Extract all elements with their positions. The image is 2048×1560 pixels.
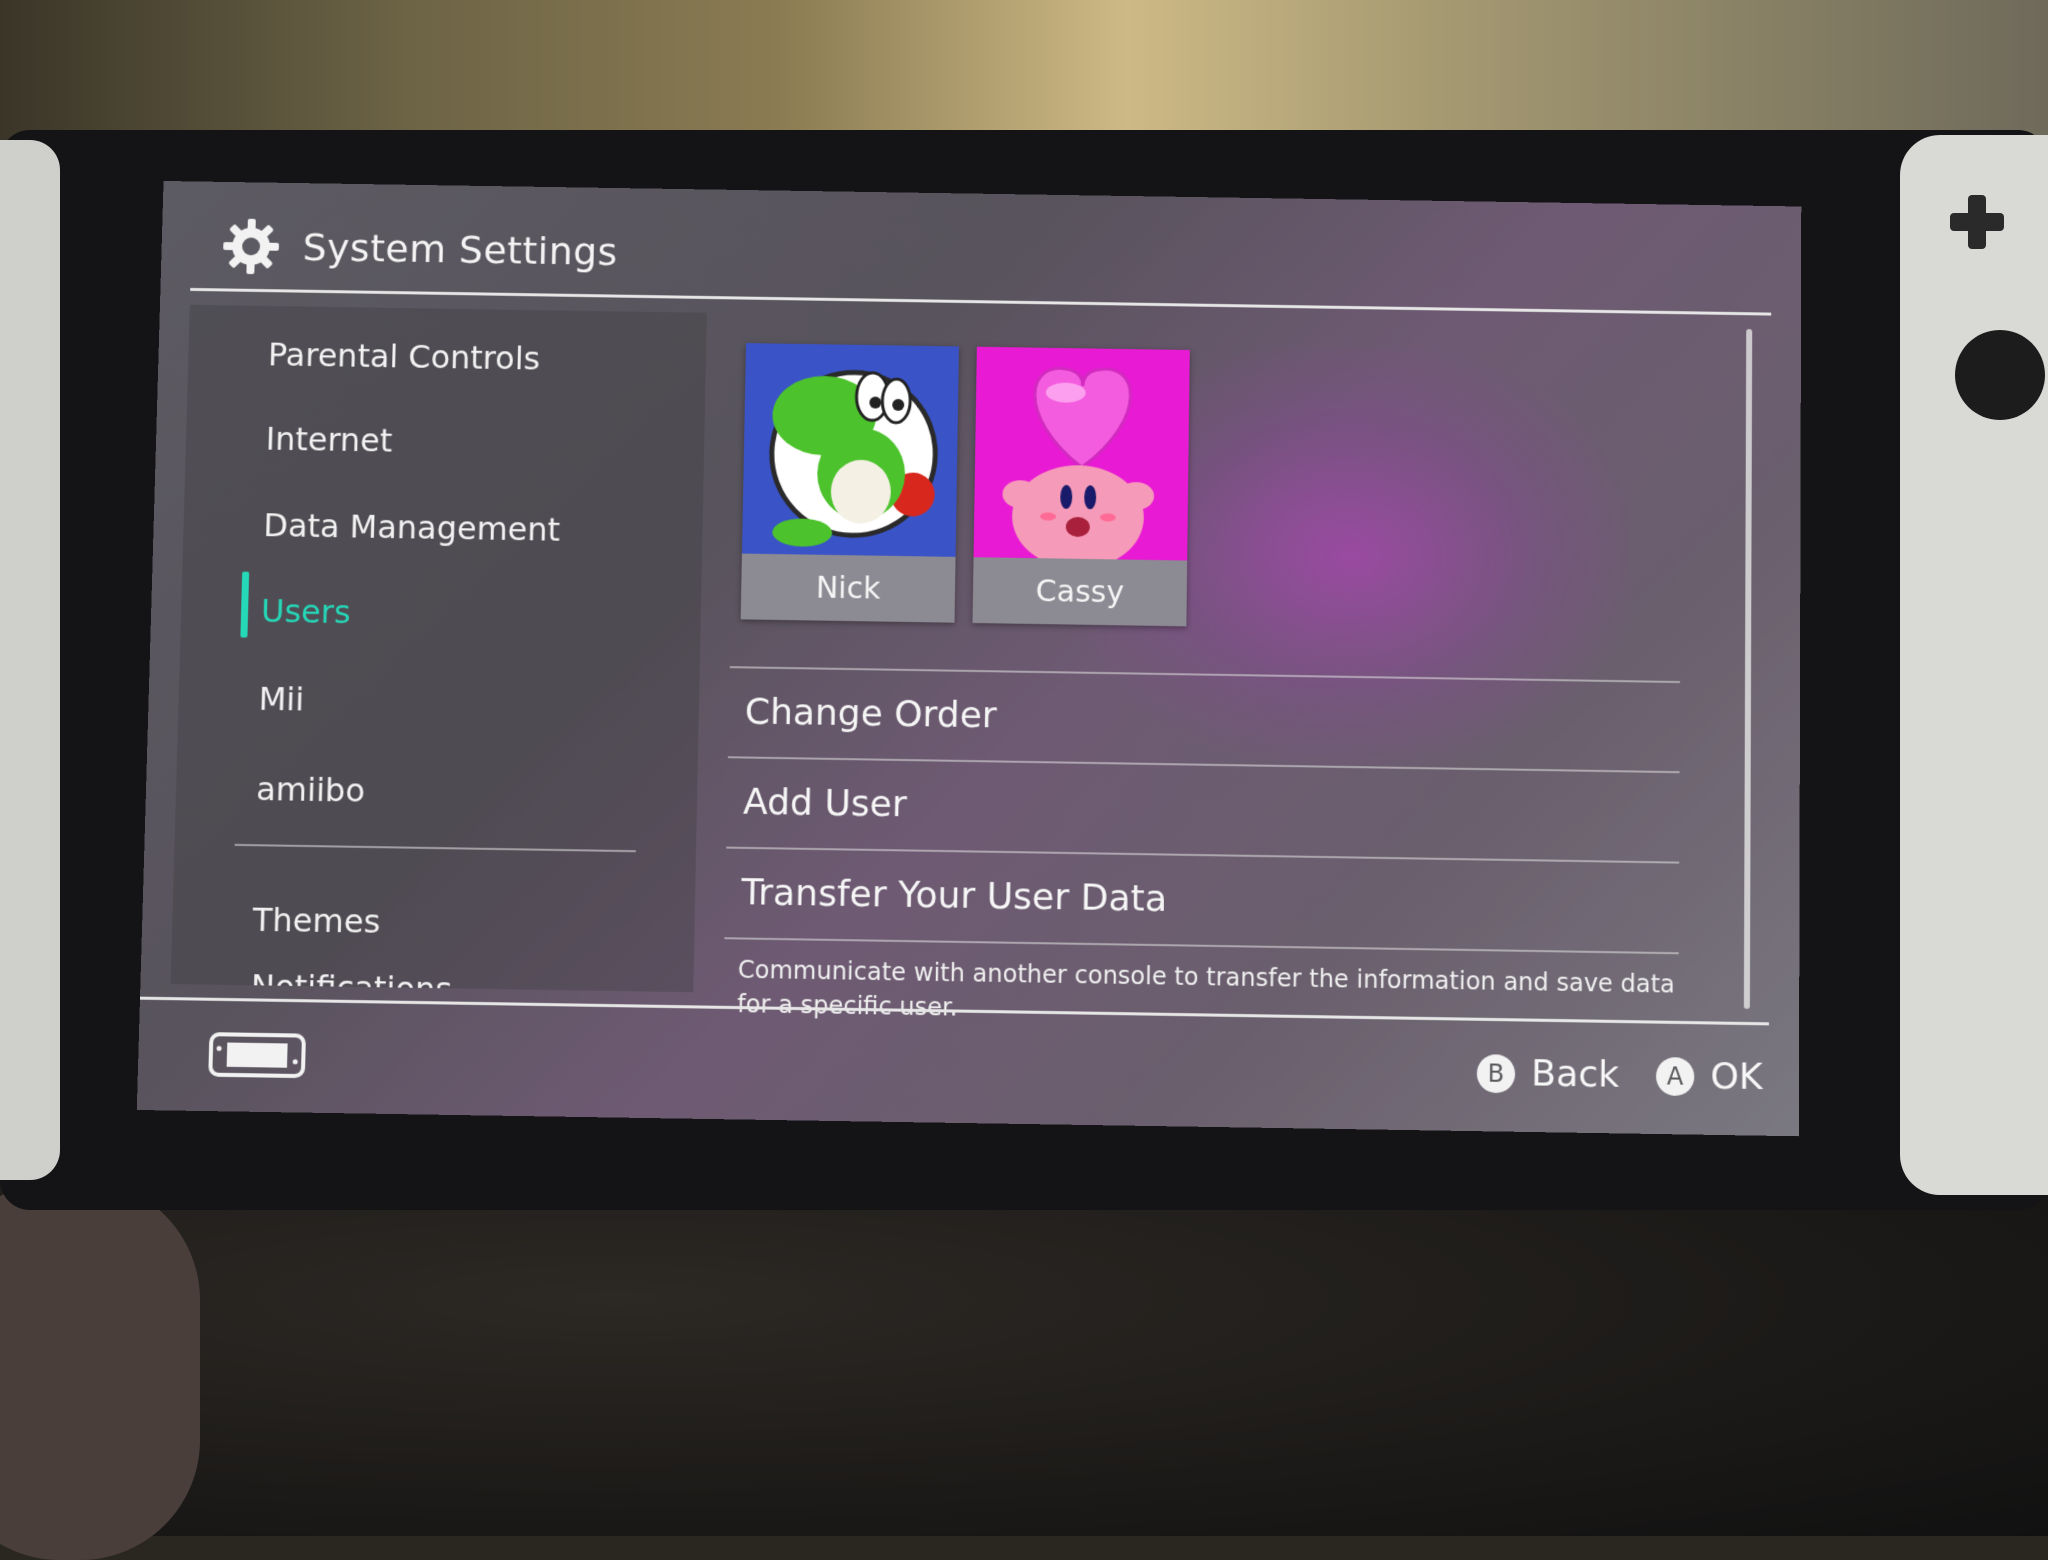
left-joycon <box>0 140 60 1180</box>
kirby-heart-avatar-icon <box>973 346 1190 561</box>
sidebar-item-parental-controls[interactable]: Parental Controls <box>268 336 541 378</box>
menu-divider <box>729 666 1680 684</box>
page-title: System Settings <box>302 225 619 274</box>
handheld-mode-icon <box>208 1032 306 1078</box>
scrollbar[interactable] <box>1743 329 1753 1009</box>
sidebar-item-notifications[interactable]: Notifications <box>251 967 453 988</box>
yoshi-avatar-icon <box>741 343 959 557</box>
sidebar-item-amiibo[interactable]: amiibo <box>256 770 366 810</box>
user-tile-cassy[interactable]: Cassy <box>972 346 1190 627</box>
menu-divider <box>724 937 1679 955</box>
a-button-icon: A <box>1655 1056 1695 1096</box>
add-user-button[interactable]: Add User <box>743 782 907 826</box>
sidebar-item-themes[interactable]: Themes <box>252 901 381 941</box>
sidebar-item-mii[interactable]: Mii <box>258 680 304 719</box>
transfer-user-data-button[interactable]: Transfer Your User Data <box>741 872 1167 920</box>
sidebar-item-users[interactable]: Users <box>261 592 352 631</box>
back-hint[interactable]: B Back <box>1476 1052 1620 1096</box>
sidebar-item-data-management[interactable]: Data Management <box>263 506 561 548</box>
sidebar-item-internet[interactable]: Internet <box>265 420 393 460</box>
gear-icon <box>220 216 281 276</box>
background-room <box>0 0 2048 150</box>
user-name-nick: Nick <box>815 570 881 607</box>
user-name-cassy: Cassy <box>1035 573 1125 610</box>
right-stick <box>1955 330 2045 420</box>
ok-hint[interactable]: A OK <box>1655 1055 1763 1099</box>
ok-label: OK <box>1710 1055 1763 1099</box>
scrollbar-thumb[interactable] <box>1743 329 1753 1009</box>
header: System Settings <box>220 202 1742 315</box>
back-label: Back <box>1531 1052 1620 1096</box>
active-indicator <box>240 571 250 638</box>
right-joycon <box>1900 135 2048 1195</box>
b-button-icon: B <box>1476 1053 1516 1093</box>
sidebar-divider <box>234 843 636 853</box>
plus-button-icon <box>1950 195 2004 249</box>
background-hand <box>0 1180 200 1560</box>
change-order-button[interactable]: Change Order <box>744 691 996 736</box>
user-tile-nick[interactable]: Nick <box>740 343 959 623</box>
sidebar: Parental Controls Internet Data Manageme… <box>170 304 707 993</box>
users-panel: Nick Cassy Change Order Add User Transfe… <box>713 313 1731 1022</box>
menu-divider <box>727 756 1680 774</box>
screen: System Settings Parental Controls Intern… <box>136 180 1802 1137</box>
menu-divider <box>726 846 1680 864</box>
